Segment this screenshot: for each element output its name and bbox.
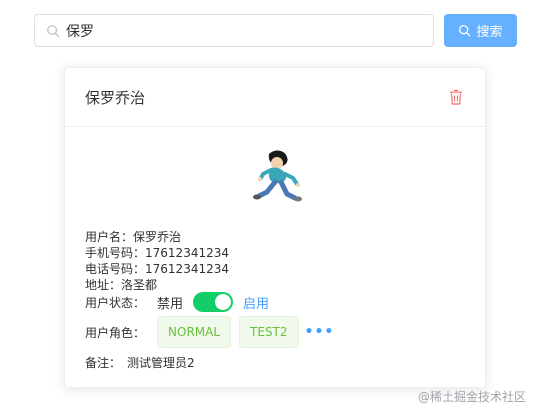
- avatar: [253, 150, 302, 202]
- roles-row: 用户角色： NORMAL TEST2 •••: [85, 316, 334, 348]
- status-on-text: 启用: [243, 296, 270, 312]
- status-row: 用户状态： 禁用 启用: [85, 292, 269, 312]
- search-button[interactable]: 搜索: [444, 14, 517, 47]
- search-button-label: 搜索: [476, 25, 503, 40]
- search-icon: [459, 24, 471, 37]
- username-label: 用户名：: [85, 230, 134, 244]
- search-value: 保罗: [66, 23, 94, 40]
- toggle-knob: [215, 294, 232, 310]
- role-tag-normal: NORMAL: [157, 316, 232, 348]
- search-icon: [47, 24, 60, 37]
- address-label: 地址：: [85, 278, 122, 292]
- user-info: 用户名： 保罗乔治 手机号码： 17612341234 电话号码： 176123…: [85, 229, 229, 293]
- card-title: 保罗乔治: [85, 88, 146, 107]
- username-row: 用户名： 保罗乔治: [85, 229, 229, 245]
- address-value: 洛圣都: [121, 278, 158, 292]
- tel-row: 电话号码： 17612341234: [85, 261, 229, 277]
- status-off-text: 禁用: [157, 296, 184, 312]
- user-card: 保罗乔治 用户名： 保罗乔治 手机号码： 17612341234 电话号码： 1…: [64, 67, 486, 388]
- search-input[interactable]: 保罗: [34, 14, 434, 47]
- address-row: 地址： 洛圣都: [85, 277, 229, 293]
- watermark: @稀土掘金技术社区: [417, 390, 526, 404]
- roles-label: 用户角色：: [85, 325, 146, 340]
- note-value: 测试管理员2: [127, 356, 195, 370]
- status-toggle[interactable]: [193, 292, 234, 312]
- phone-label: 手机号码：: [85, 246, 146, 260]
- note-label: 备注：: [85, 356, 122, 370]
- delete-icon[interactable]: [449, 89, 463, 105]
- phone-row: 手机号码： 17612341234: [85, 245, 229, 261]
- status-label: 用户状态：: [85, 295, 146, 310]
- note-row: 备注： 测试管理员2: [85, 354, 195, 371]
- tel-label: 电话号码：: [85, 262, 146, 276]
- username-value: 保罗乔治: [133, 230, 182, 244]
- phone-value: 17612341234: [145, 246, 229, 260]
- tel-value: 17612341234: [145, 262, 229, 276]
- more-roles-button[interactable]: •••: [305, 324, 335, 340]
- role-tag-test2: TEST2: [239, 316, 299, 348]
- card-header: 保罗乔治: [65, 68, 485, 127]
